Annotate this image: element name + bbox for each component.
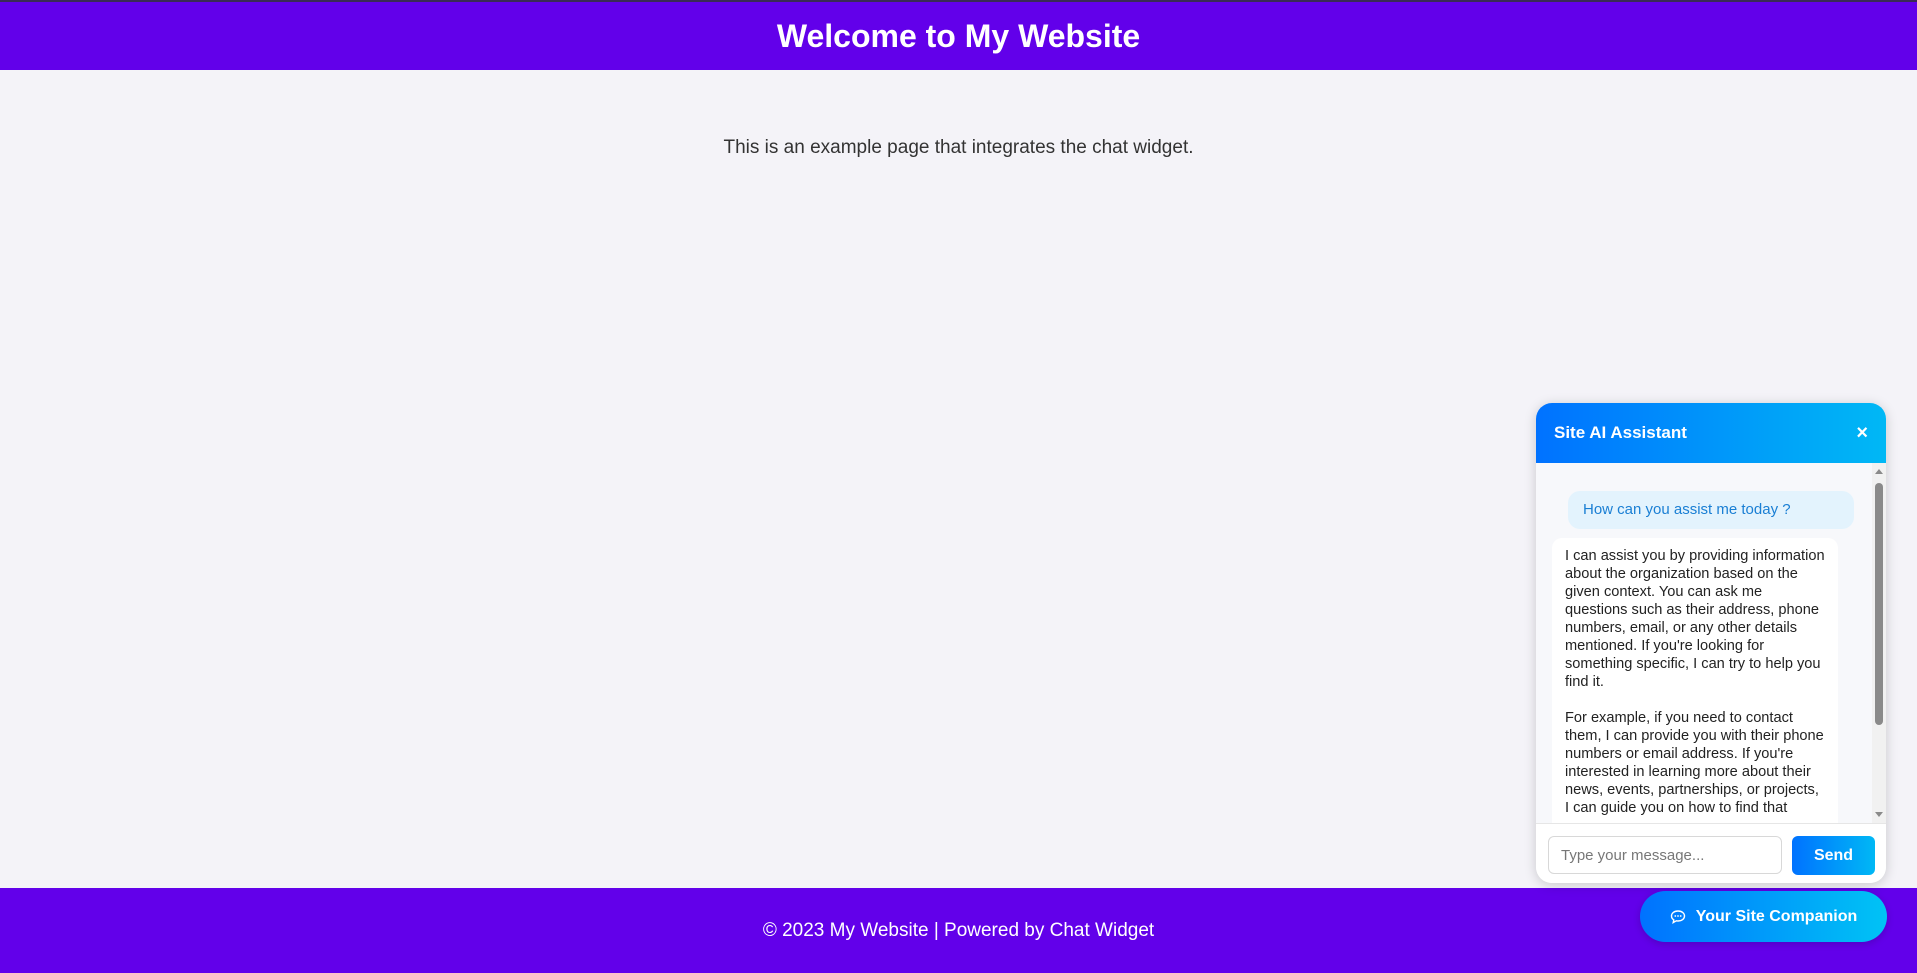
user-message: How can you assist me today ? (1568, 491, 1854, 529)
scroll-up-arrow-icon[interactable] (1875, 469, 1883, 474)
send-button[interactable]: Send (1792, 836, 1875, 875)
site-footer: © 2023 My Website | Powered by Chat Widg… (0, 888, 1917, 973)
chat-launcher-button[interactable]: Your Site Companion (1640, 891, 1887, 942)
chat-bubble-icon (1670, 909, 1685, 924)
chat-input-bar: Send (1536, 823, 1886, 883)
message-input[interactable] (1548, 836, 1782, 874)
chat-launcher-label: Your Site Companion (1695, 907, 1858, 925)
chat-messages[interactable]: How can you assist me today ? I can assi… (1536, 463, 1886, 823)
close-icon[interactable]: × (1856, 423, 1868, 443)
intro-text: This is an example page that integrates … (723, 137, 1194, 158)
page-title: Welcome to My Website (776, 17, 1141, 54)
chat-widget: Site AI Assistant × How can you assist m… (1536, 403, 1886, 883)
site-header: Welcome to My Website (0, 0, 1917, 70)
scroll-down-arrow-icon[interactable] (1875, 812, 1883, 817)
chat-title: Site AI Assistant (1554, 423, 1687, 442)
chat-scrollbar[interactable] (1872, 463, 1886, 823)
chat-header: Site AI Assistant × (1536, 403, 1886, 463)
assistant-message-paragraph: I can assist you by providing informatio… (1565, 548, 1825, 690)
assistant-message: I can assist you by providing informatio… (1552, 538, 1838, 823)
assistant-message-paragraph: For example, if you need to contact them… (1565, 710, 1824, 816)
footer-text: © 2023 My Website | Powered by Chat Widg… (762, 919, 1155, 941)
scrollbar-thumb[interactable] (1875, 483, 1883, 725)
